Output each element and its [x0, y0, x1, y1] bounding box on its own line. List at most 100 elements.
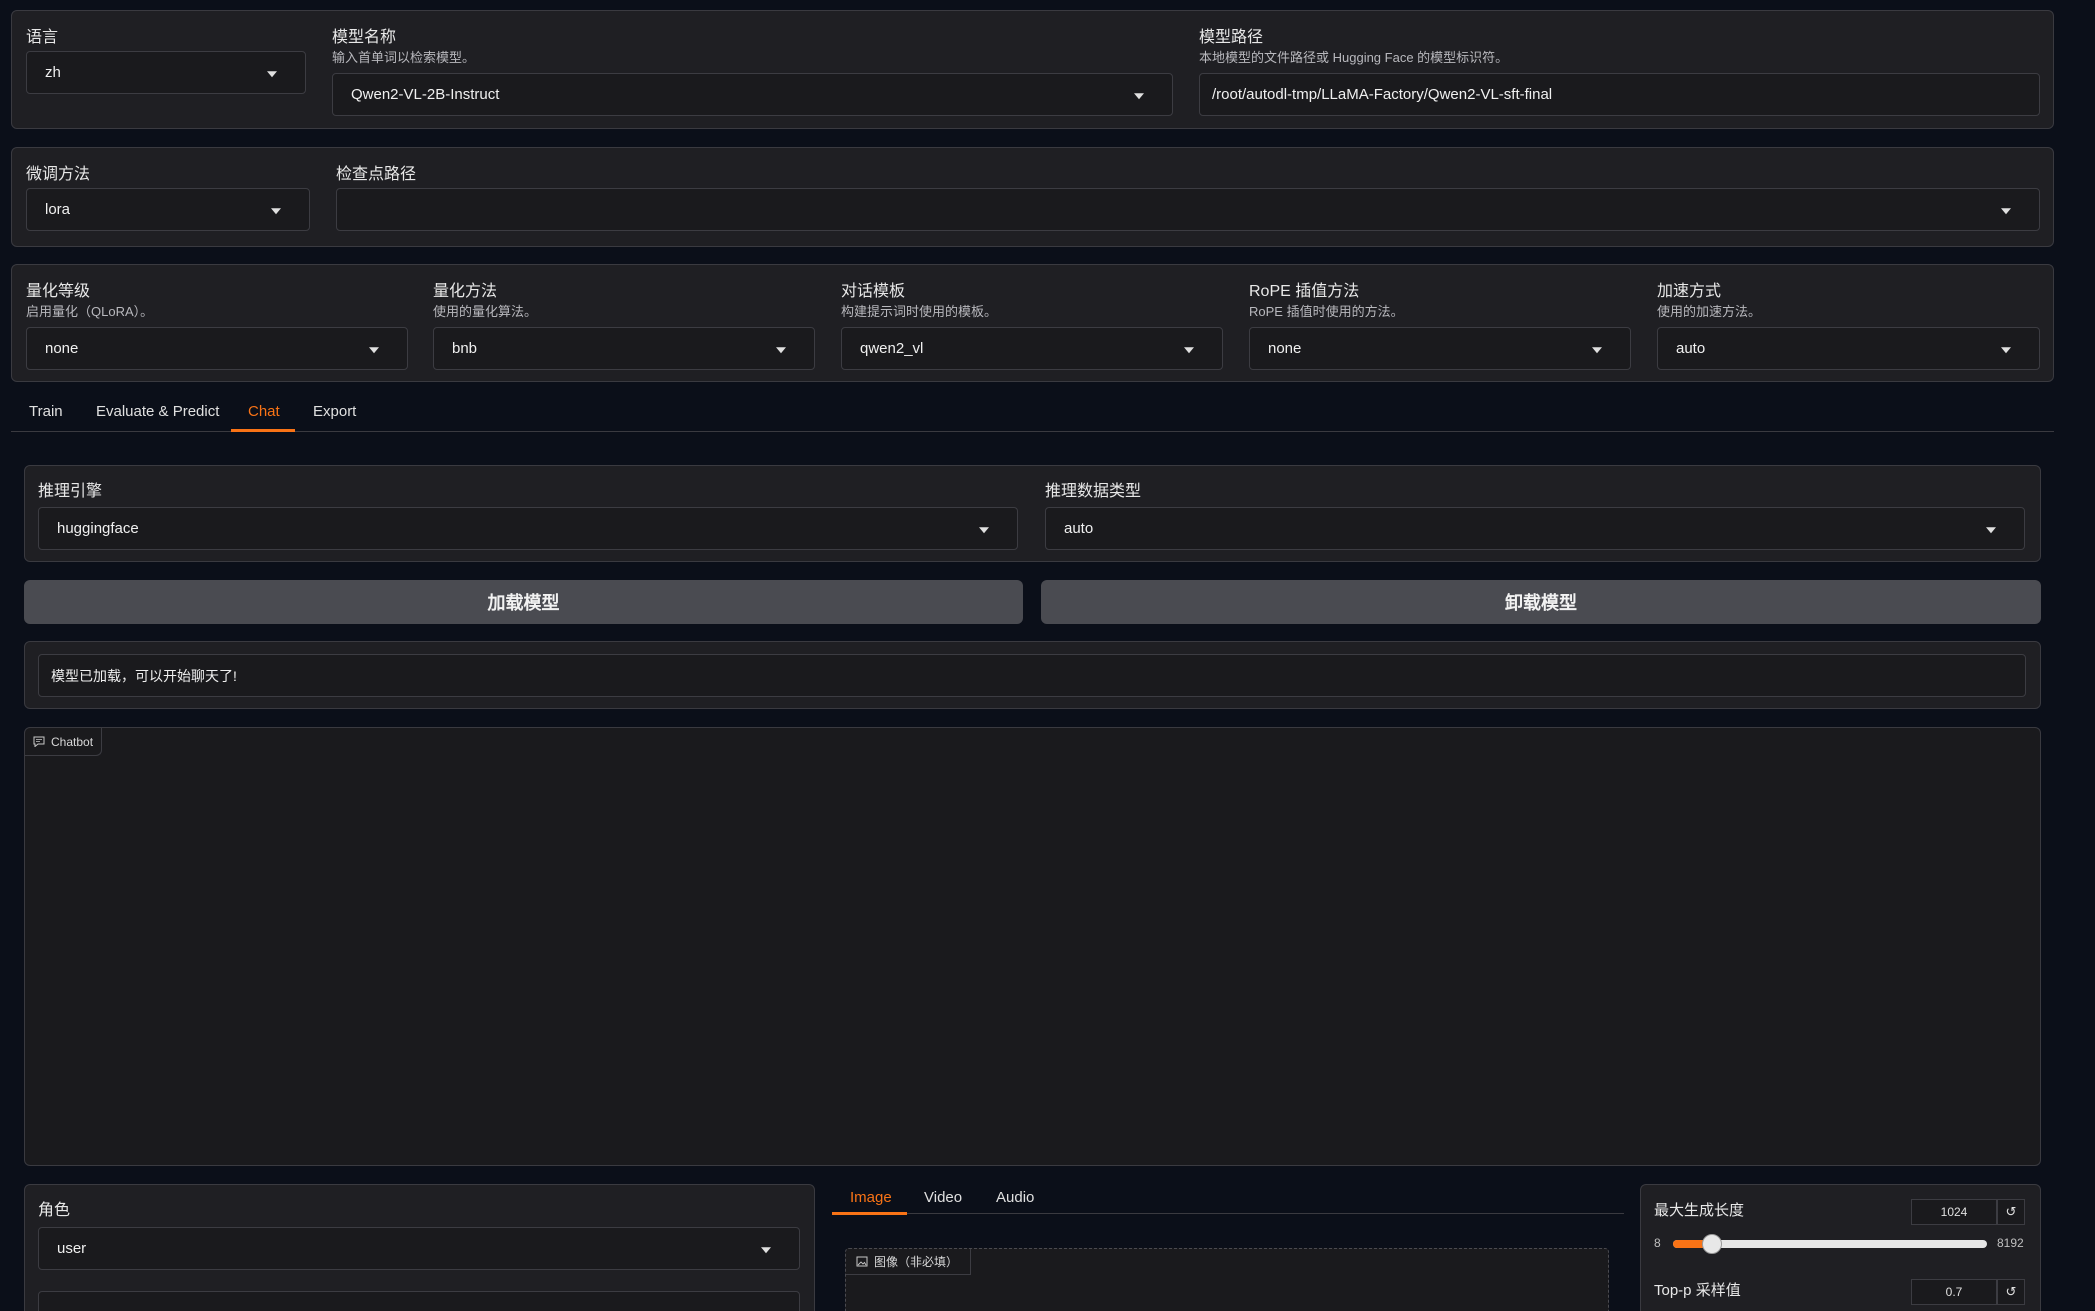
- tab-evaluate-predict[interactable]: Evaluate & Predict: [96, 403, 219, 420]
- quant-bit-hint: 启用量化（QLoRA）。: [26, 304, 154, 319]
- max-new-tokens-input[interactable]: 1024: [1911, 1199, 1997, 1225]
- infer-backend-value: huggingface: [57, 520, 139, 537]
- model-path-hint: 本地模型的文件路径或 Hugging Face 的模型标识符。: [1199, 50, 1509, 65]
- chevron-down-icon: [1592, 346, 1602, 353]
- main-tabs: Train Evaluate & Predict Chat Export: [11, 398, 2054, 432]
- model-path-input[interactable]: /root/autodl-tmp/LLaMA-Factory/Qwen2-VL-…: [1199, 73, 2040, 116]
- adapter-settings-panel: 微调方法 lora 检查点路径: [11, 147, 2054, 247]
- chevron-down-icon: [1184, 346, 1194, 353]
- template-value: qwen2_vl: [860, 340, 924, 357]
- tab-export[interactable]: Export: [313, 403, 356, 420]
- quant-method-dropdown[interactable]: bnb: [433, 327, 815, 370]
- infer-dtype-value: auto: [1064, 520, 1094, 537]
- quant-method-label: 量化方法: [433, 283, 498, 300]
- language-value: zh: [45, 64, 61, 81]
- role-label: 角色: [38, 1202, 71, 1219]
- chatbot-label: Chatbot: [51, 734, 94, 749]
- reset-icon: ↺: [2005, 1204, 2017, 1219]
- model-name-hint: 输入首单词以检索模型。: [332, 50, 476, 65]
- tab-chat[interactable]: Chat: [248, 403, 280, 420]
- booster-value: auto: [1676, 340, 1706, 357]
- status-text: 模型已加载，可以开始聊天了!: [51, 667, 237, 684]
- status-textbox[interactable]: 模型已加载，可以开始聊天了!: [38, 654, 2026, 697]
- quant-bit-label: 量化等级: [26, 283, 91, 300]
- quant-bit-dropdown[interactable]: none: [26, 327, 408, 370]
- model-path-value: /root/autodl-tmp/LLaMA-Factory/Qwen2-VL-…: [1212, 86, 1553, 103]
- inference-settings-panel: 推理引擎 huggingface 推理数据类型 auto: [24, 465, 2041, 562]
- checkpoint-label: 检查点路径: [336, 166, 417, 183]
- quant-bit-value: none: [45, 340, 79, 357]
- model-name-label: 模型名称: [332, 29, 397, 46]
- language-label: 语言: [26, 29, 59, 46]
- generation-params-panel: 最大生成长度 1024 ↺ 8 8192 Top-p 采样值 0.7 ↺: [1640, 1184, 2041, 1311]
- chevron-down-icon: [2001, 346, 2011, 353]
- slider-handle[interactable]: [1702, 1234, 1722, 1254]
- chevron-down-icon: [979, 526, 989, 533]
- chevron-down-icon: [271, 207, 281, 214]
- quant-method-value: bnb: [452, 340, 478, 357]
- checkpoint-dropdown[interactable]: [336, 188, 2040, 231]
- reset-icon: ↺: [2005, 1284, 2017, 1299]
- finetune-label: 微调方法: [26, 166, 91, 183]
- chevron-down-icon: [761, 1246, 771, 1253]
- load-model-button[interactable]: 加载模型: [24, 580, 1023, 624]
- model-path-label: 模型路径: [1199, 29, 1264, 46]
- top-p-input[interactable]: 0.7: [1911, 1279, 1997, 1305]
- infer-backend-label: 推理引擎: [38, 483, 103, 500]
- infer-dtype-dropdown[interactable]: auto: [1045, 507, 2025, 550]
- chat-bubble-icon: [33, 736, 45, 747]
- top-p-reset-button[interactable]: ↺: [1997, 1279, 2025, 1305]
- image-upload-label: 图像（非必填）: [874, 1255, 959, 1269]
- chevron-down-icon: [1986, 526, 1996, 533]
- active-tab-indicator: [231, 429, 295, 432]
- template-dropdown[interactable]: qwen2_vl: [841, 327, 1223, 370]
- tab-video[interactable]: Video: [924, 1189, 962, 1206]
- chevron-down-icon: [1134, 92, 1144, 99]
- booster-hint: 使用的加速方法。: [1657, 304, 1762, 319]
- system-prompt-input[interactable]: [38, 1291, 800, 1311]
- chevron-down-icon: [267, 70, 277, 77]
- max-new-tokens-min: 8: [1654, 1236, 1661, 1250]
- booster-dropdown[interactable]: auto: [1657, 327, 2040, 370]
- role-value: user: [57, 1240, 87, 1257]
- role-dropdown[interactable]: user: [38, 1227, 800, 1270]
- image-icon: [856, 1256, 868, 1267]
- tab-train[interactable]: Train: [29, 403, 63, 420]
- infer-dtype-label: 推理数据类型: [1045, 483, 1142, 500]
- image-upload-badge: 图像（非必填）: [846, 1249, 972, 1275]
- template-hint: 构建提示词时使用的模板。: [841, 304, 998, 319]
- unload-model-button[interactable]: 卸载模型: [1041, 580, 2041, 624]
- template-label: 对话模板: [841, 283, 906, 300]
- media-active-tab-indicator: [832, 1212, 907, 1215]
- model-settings-panel: 语言 zh 模型名称 输入首单词以检索模型。 Qwen2-VL-2B-Instr…: [11, 10, 2054, 129]
- model-name-dropdown[interactable]: Qwen2-VL-2B-Instruct: [332, 73, 1173, 116]
- chevron-down-icon: [369, 346, 379, 353]
- rope-dropdown[interactable]: none: [1249, 327, 1631, 370]
- rope-value: none: [1268, 340, 1302, 357]
- max-new-tokens-reset-button[interactable]: ↺: [1997, 1199, 2025, 1225]
- media-tabs: Image Video Audio: [832, 1184, 1624, 1215]
- max-new-tokens-max: 8192: [1997, 1236, 2024, 1250]
- advanced-settings-panel: 量化等级 启用量化（QLoRA）。 none 量化方法 使用的量化算法。 bnb…: [11, 264, 2054, 382]
- language-dropdown[interactable]: zh: [26, 51, 306, 94]
- finetune-value: lora: [45, 201, 71, 218]
- role-panel: 角色 user: [24, 1184, 815, 1311]
- image-upload-area[interactable]: 图像（非必填）: [845, 1248, 1609, 1311]
- booster-label: 加速方式: [1657, 283, 1722, 300]
- finetune-dropdown[interactable]: lora: [26, 188, 310, 231]
- chatbot-badge: Chatbot: [25, 728, 103, 756]
- chevron-down-icon: [776, 346, 786, 353]
- max-new-tokens-slider[interactable]: [1673, 1234, 1987, 1254]
- tab-image[interactable]: Image: [850, 1189, 892, 1206]
- rope-hint: RoPE 插值时使用的方法。: [1249, 304, 1404, 319]
- chevron-down-icon: [2001, 207, 2011, 214]
- max-new-tokens-label: 最大生成长度: [1654, 1202, 1745, 1219]
- rope-label: RoPE 插值方法: [1249, 283, 1360, 300]
- tab-audio[interactable]: Audio: [996, 1189, 1034, 1206]
- model-name-value: Qwen2-VL-2B-Instruct: [351, 86, 500, 103]
- infer-backend-dropdown[interactable]: huggingface: [38, 507, 1018, 550]
- status-panel: 模型已加载，可以开始聊天了!: [24, 641, 2041, 709]
- quant-method-hint: 使用的量化算法。: [433, 304, 538, 319]
- chatbot-panel[interactable]: Chatbot: [24, 727, 2041, 1166]
- top-p-label: Top-p 采样值: [1654, 1282, 1741, 1299]
